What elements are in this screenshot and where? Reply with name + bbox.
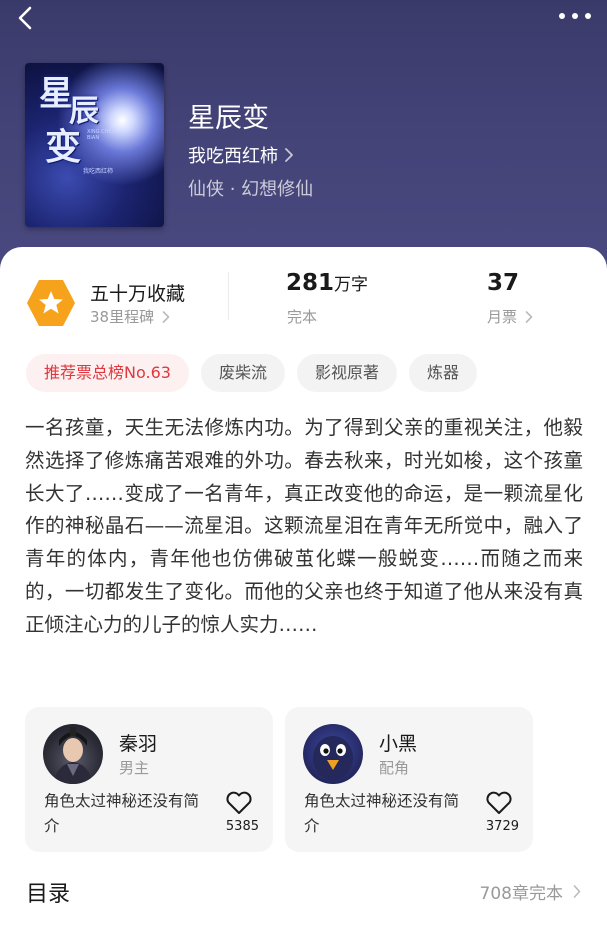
word-count-unit: 万字 xyxy=(334,275,369,295)
character-description: 角色太过神秘还没有简介 xyxy=(44,792,200,835)
tag-ranking[interactable]: 推荐票总榜No.63 xyxy=(26,354,189,392)
back-button[interactable] xyxy=(12,4,40,32)
author-name: 我吃西红柿 xyxy=(188,146,278,167)
character-role: 配角 xyxy=(379,759,410,777)
chevron-right-icon xyxy=(525,310,533,323)
monthly-tickets-link[interactable]: 月票 xyxy=(487,306,533,327)
book-title: 星辰变 xyxy=(188,103,269,134)
character-name: 秦羽 xyxy=(119,733,158,755)
chevron-right-icon xyxy=(285,148,293,162)
cover-title-char: 星 xyxy=(39,74,73,114)
tag-item[interactable]: 废柴流 xyxy=(200,354,285,392)
cover-author: 我吃西红柿 xyxy=(83,168,114,175)
chevron-right-icon xyxy=(162,310,170,323)
like-count: 3729 xyxy=(485,819,519,834)
avatar xyxy=(43,724,103,784)
word-count-number: 281 xyxy=(286,270,335,296)
book-cover[interactable]: 星 辰 变 XING CHEN BIAN 我吃西红柿 xyxy=(25,63,164,227)
cover-title-char: 变 xyxy=(45,126,82,168)
tag-item[interactable]: 炼器 xyxy=(408,354,477,392)
book-genre: 仙侠 · 幻想修仙 xyxy=(188,179,314,200)
chevron-left-icon xyxy=(18,6,32,30)
cover-subtitle: XING CHEN BIAN xyxy=(87,129,116,141)
monthly-tickets-count: 37 xyxy=(487,270,520,296)
cover-title-char: 辰 xyxy=(69,94,99,129)
character-card[interactable]: 秦羽 男主 角色太过神秘还没有简介 5385 xyxy=(25,707,273,852)
character-role: 男主 xyxy=(119,759,150,777)
character-name: 小黑 xyxy=(379,733,418,755)
monthly-tickets-label: 月票 xyxy=(487,308,518,326)
tag-list: 推荐票总榜No.63 废柴流 影视原著 炼器 xyxy=(26,354,477,392)
more-button[interactable] xyxy=(555,6,595,26)
stats-divider xyxy=(228,272,229,320)
toc-link[interactable]: 708章完本 xyxy=(480,879,581,904)
more-dot xyxy=(585,13,591,19)
toc-status: 708章完本 xyxy=(479,884,563,904)
book-synopsis[interactable]: 一名孩童，天生无法修炼内功。为了得到父亲的重视关注，他毅然选择了修炼痛苦艰难的外… xyxy=(25,412,583,642)
chevron-right-icon xyxy=(573,885,581,898)
character-card[interactable]: 小黑 配角 角色太过神秘还没有简介 3729 xyxy=(285,707,533,852)
author-link[interactable]: 我吃西红柿 xyxy=(188,142,294,168)
heart-icon[interactable] xyxy=(485,791,513,815)
more-dot xyxy=(572,13,578,19)
word-count: 281万字 xyxy=(286,270,368,296)
tag-item[interactable]: 影视原著 xyxy=(296,354,397,392)
milestones-label: 38里程碑 xyxy=(90,308,155,326)
heart-icon[interactable] xyxy=(225,791,253,815)
like-count: 5385 xyxy=(225,819,259,834)
milestones-link[interactable]: 38里程碑 xyxy=(90,306,170,327)
favorites-badge-icon xyxy=(25,278,77,328)
favorites-title: 五十万收藏 xyxy=(90,283,186,305)
completion-status: 完本 xyxy=(287,308,318,326)
toc-title: 目录 xyxy=(26,882,71,907)
more-dot xyxy=(559,13,565,19)
character-description: 角色太过神秘还没有简介 xyxy=(304,792,460,835)
avatar xyxy=(303,724,363,784)
